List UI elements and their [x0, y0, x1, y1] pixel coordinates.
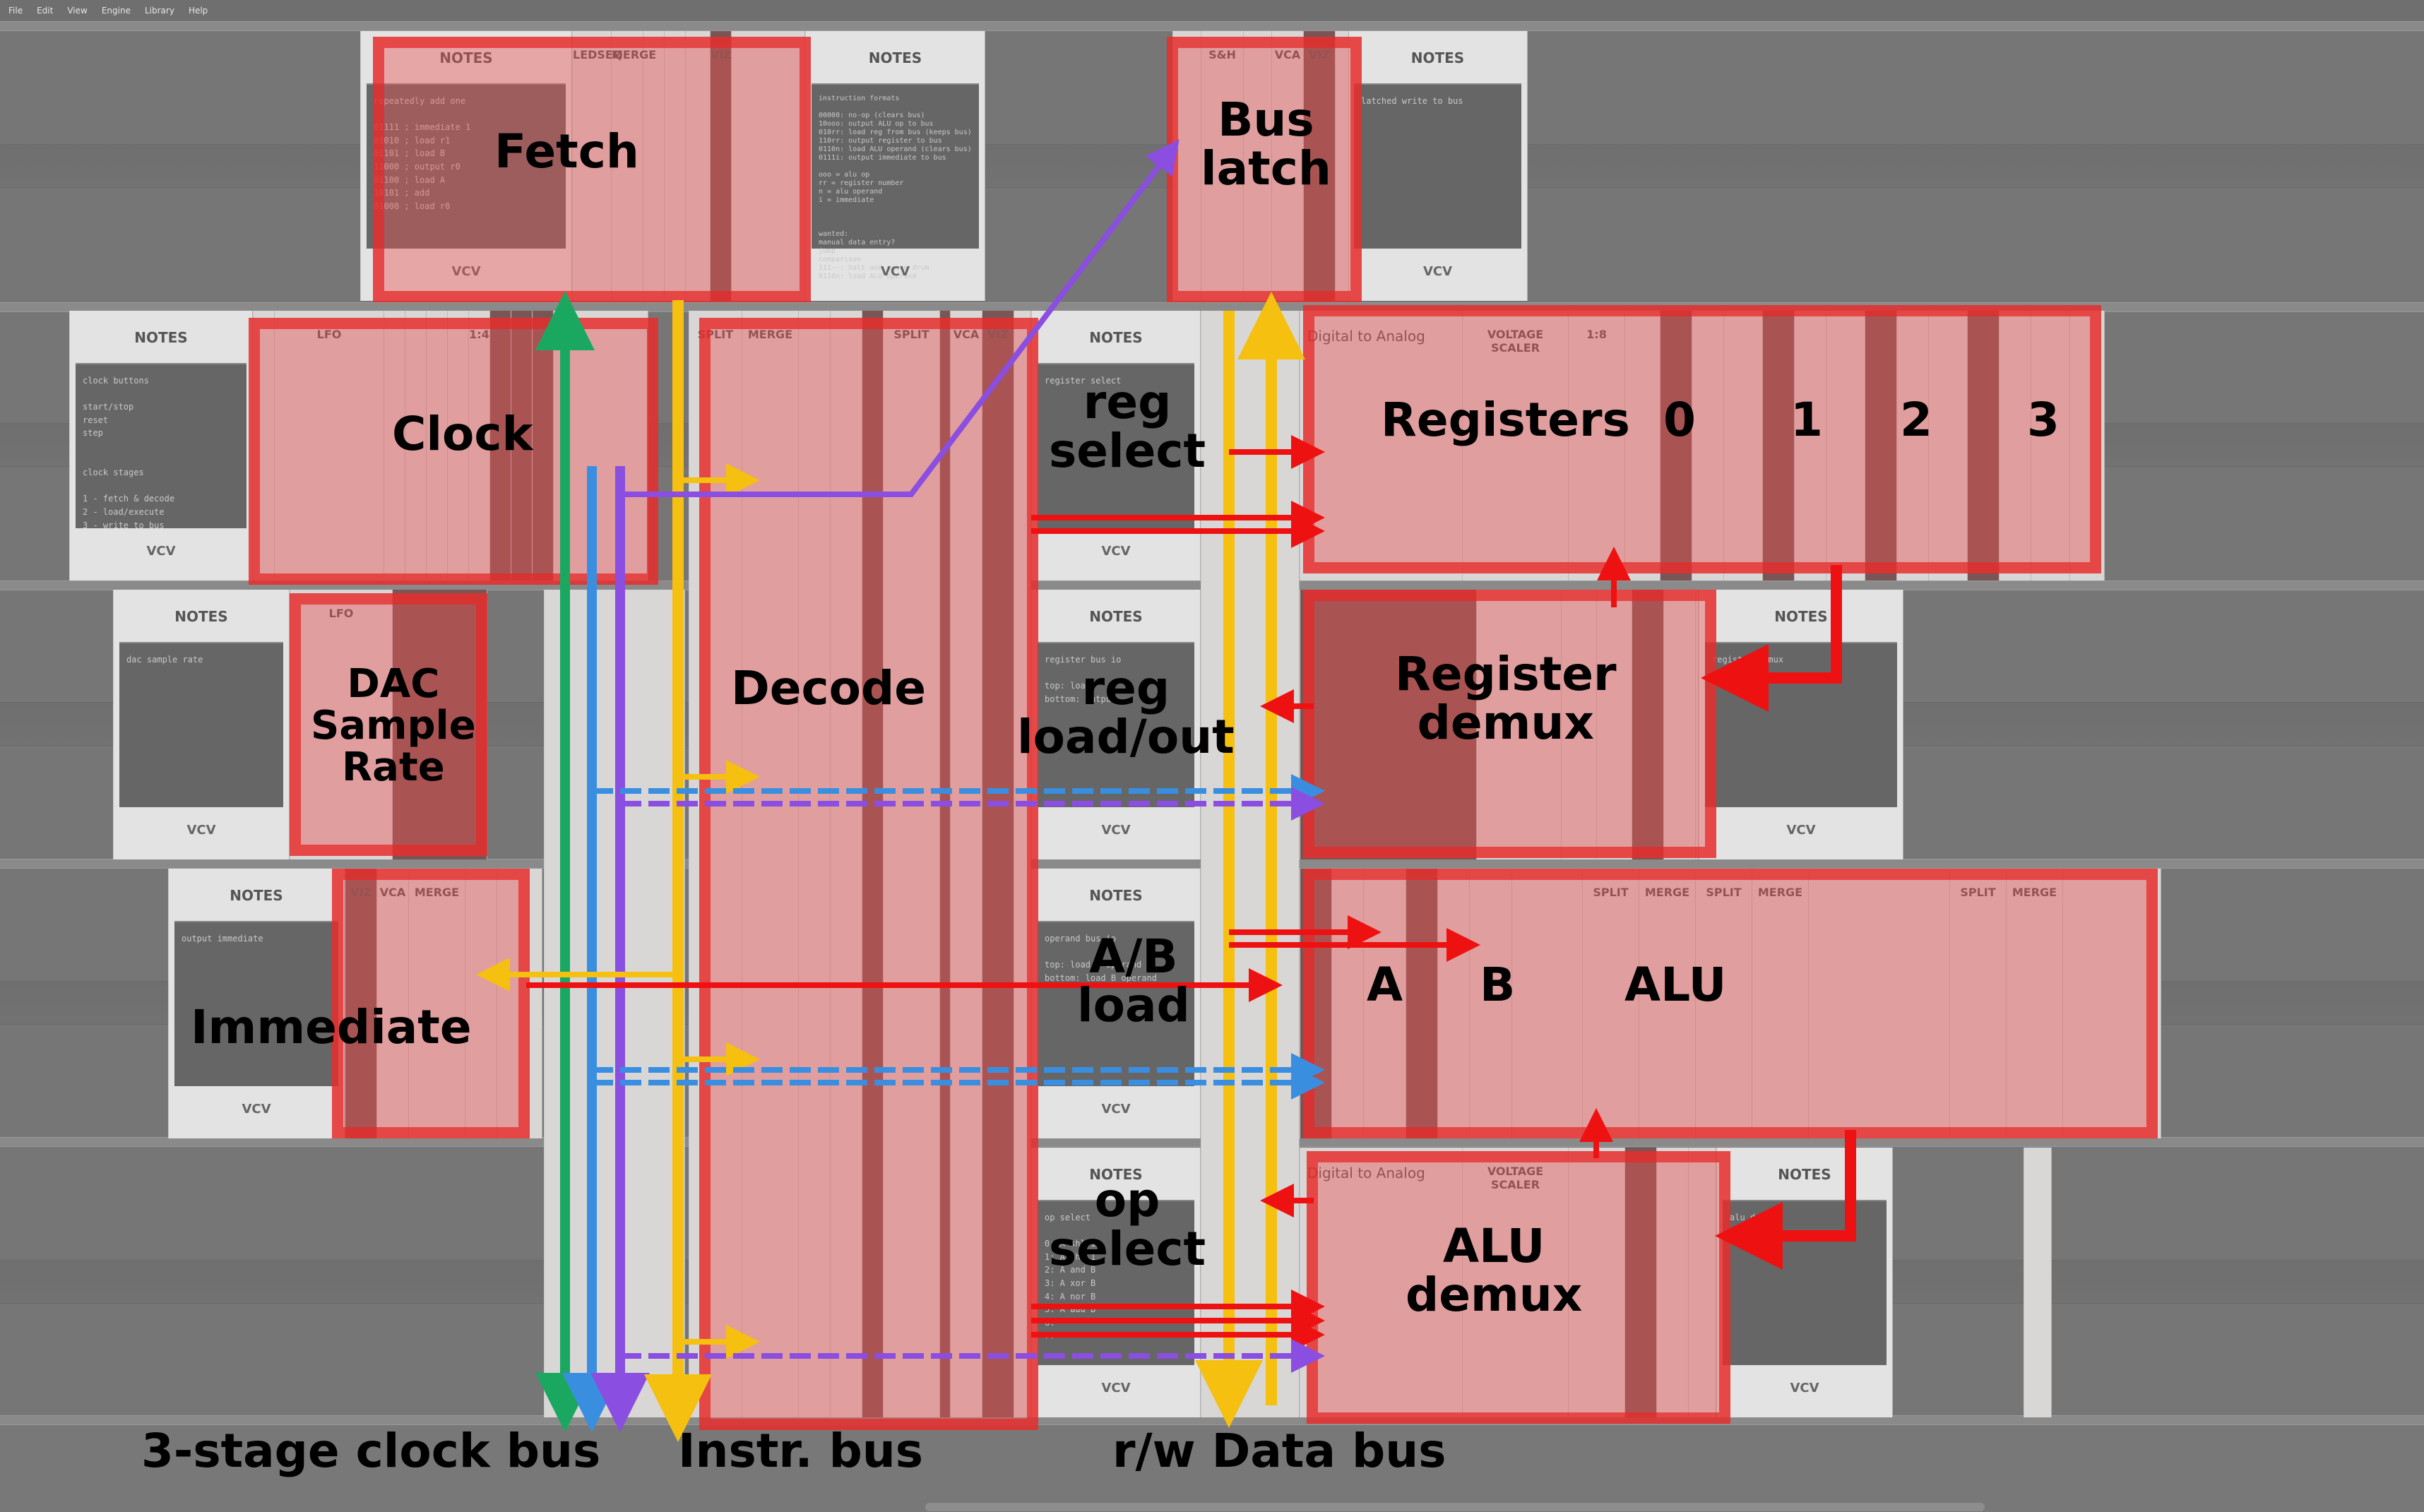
- label-bus-latch: Bus latch: [1201, 93, 1331, 196]
- label-reg-select: reg select: [1049, 375, 1206, 479]
- label-clock: Clock: [392, 407, 533, 461]
- label-ab-load: A/B load: [1077, 929, 1190, 1033]
- label-register-1: 1: [1790, 393, 1823, 447]
- label-alu-demux: ALU demux: [1406, 1219, 1583, 1323]
- label-registers: Registers: [1381, 393, 1630, 447]
- horizontal-scrollbar[interactable]: [925, 1503, 1985, 1511]
- label-b: B: [1480, 958, 1516, 1012]
- label-register-demux: Register demux: [1395, 647, 1617, 751]
- label-a: A: [1367, 958, 1403, 1012]
- label-op-select: op select: [1049, 1173, 1206, 1277]
- label-dac-sample-rate: DAC Sample Rate: [311, 661, 476, 790]
- label-register-0: 0: [1663, 393, 1696, 447]
- label-fetch: Fetch: [494, 124, 639, 179]
- label-reg-load-out: reg load/out: [1017, 661, 1235, 765]
- label-instr-bus: Instr. bus: [678, 1424, 924, 1478]
- label-data-bus: r/w Data bus: [1112, 1424, 1446, 1478]
- label-decode: Decode: [731, 661, 927, 715]
- label-clock-bus: 3-stage clock bus: [141, 1424, 601, 1478]
- label-register-3: 3: [2027, 393, 2060, 447]
- label-alu: ALU: [1624, 958, 1727, 1012]
- label-immediate: Immediate: [191, 1000, 472, 1054]
- label-register-2: 2: [1900, 393, 1932, 447]
